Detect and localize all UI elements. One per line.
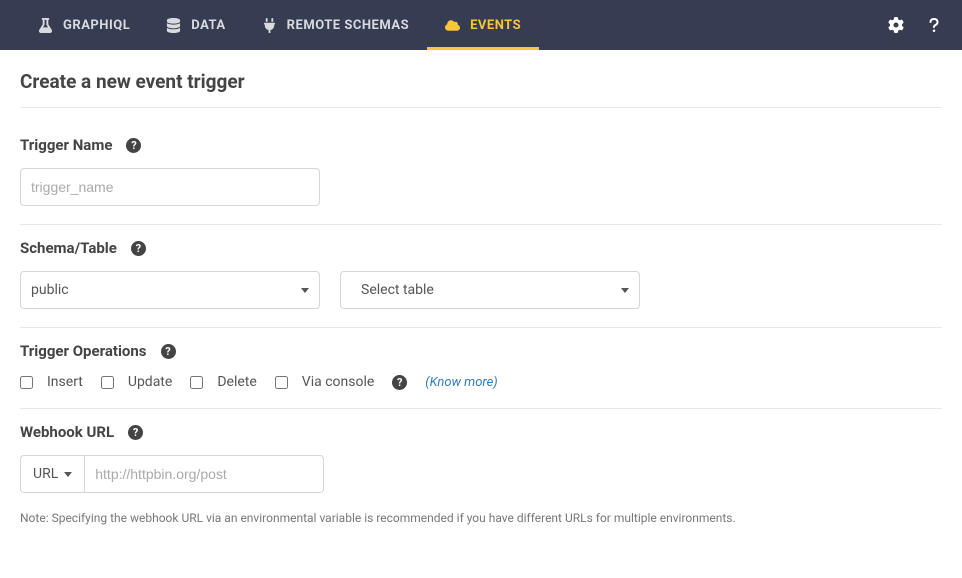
- chevron-down-icon: [64, 472, 72, 477]
- nav-remote-schemas[interactable]: REMOTE SCHEMAS: [244, 0, 427, 50]
- op-label: Insert: [47, 374, 83, 390]
- schema-select[interactable]: public: [20, 271, 320, 309]
- nav-label: REMOTE SCHEMAS: [287, 18, 409, 33]
- help-icon[interactable]: ?: [126, 138, 141, 153]
- chevron-down-icon: [621, 288, 629, 293]
- op-via-console[interactable]: Via console: [275, 374, 375, 390]
- page-title: Create a new event trigger: [20, 70, 942, 108]
- cloud-icon: [445, 18, 460, 33]
- nav-data[interactable]: DATA: [148, 0, 243, 50]
- help-icon[interactable]: ?: [131, 241, 146, 256]
- section-webhook: Webhook URL ? URL Note: Specifying the w…: [20, 409, 942, 531]
- webhook-note: Note: Specifying the webhook URL via an …: [20, 511, 942, 525]
- help-icon[interactable]: [926, 17, 942, 33]
- nav-left: GRAPHIQL DATA REMOTE SCHEMAS EVENTS: [20, 0, 539, 50]
- plug-icon: [262, 18, 277, 33]
- help-icon[interactable]: ?: [161, 344, 176, 359]
- nav-label: GRAPHIQL: [63, 18, 130, 33]
- nav-label: EVENTS: [470, 18, 521, 33]
- chevron-down-icon: [301, 288, 309, 293]
- help-icon[interactable]: ?: [392, 375, 407, 390]
- nav-label: DATA: [191, 18, 225, 33]
- content: Create a new event trigger Trigger Name …: [0, 50, 962, 561]
- section-schema-table: Schema/Table ? public Select table: [20, 225, 942, 328]
- webhook-type-dropdown[interactable]: URL: [20, 455, 84, 493]
- nav-right: [888, 17, 942, 33]
- op-via-console-checkbox[interactable]: [275, 376, 288, 389]
- webhook-type-label: URL: [33, 466, 58, 482]
- op-label: Update: [128, 374, 172, 390]
- section-trigger-operations: Trigger Operations ? Insert Update Delet…: [20, 328, 942, 409]
- database-icon: [166, 18, 181, 33]
- gear-icon[interactable]: [888, 17, 904, 33]
- help-icon[interactable]: ?: [128, 425, 143, 440]
- op-insert[interactable]: Insert: [20, 374, 83, 390]
- op-label: Delete: [217, 374, 256, 390]
- table-select[interactable]: Select table: [340, 271, 640, 309]
- op-delete[interactable]: Delete: [190, 374, 256, 390]
- nav-graphiql[interactable]: GRAPHIQL: [20, 0, 148, 50]
- webhook-label: Webhook URL: [20, 423, 114, 441]
- op-insert-checkbox[interactable]: [20, 376, 33, 389]
- flask-icon: [38, 18, 53, 33]
- trigger-name-input[interactable]: [20, 168, 320, 206]
- top-navbar: GRAPHIQL DATA REMOTE SCHEMAS EVENTS: [0, 0, 962, 50]
- table-placeholder: Select table: [361, 282, 434, 298]
- section-trigger-name: Trigger Name ?: [20, 122, 942, 225]
- know-more-link[interactable]: (Know more): [425, 375, 497, 390]
- schema-value: public: [31, 282, 69, 298]
- trigger-name-label: Trigger Name: [20, 136, 112, 154]
- op-label: Via console: [302, 374, 375, 390]
- op-update[interactable]: Update: [101, 374, 172, 390]
- op-update-checkbox[interactable]: [101, 376, 114, 389]
- nav-events[interactable]: EVENTS: [427, 0, 539, 50]
- op-delete-checkbox[interactable]: [190, 376, 203, 389]
- webhook-url-input[interactable]: [84, 455, 324, 493]
- schema-table-label: Schema/Table: [20, 239, 117, 257]
- operations-label: Trigger Operations: [20, 342, 147, 360]
